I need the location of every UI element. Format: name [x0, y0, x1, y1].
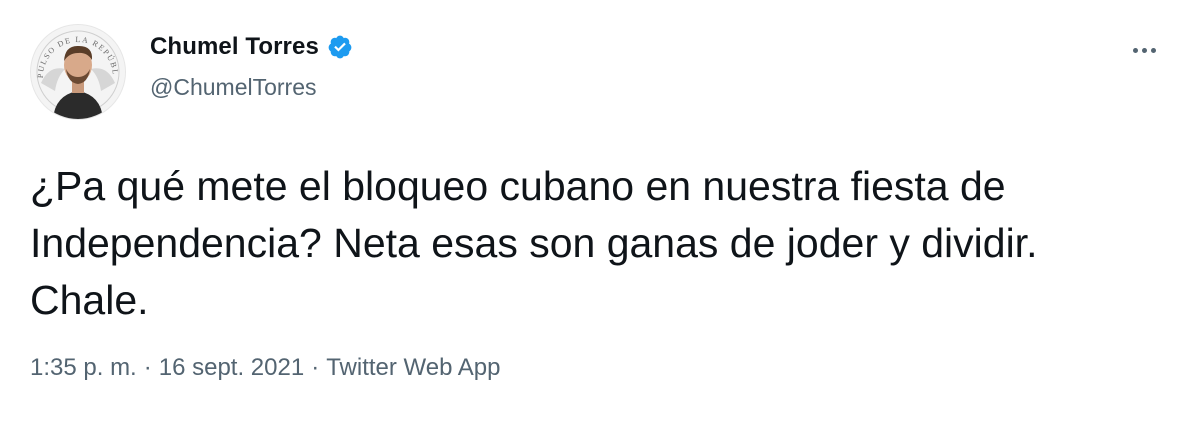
- author-display-name[interactable]: Chumel Torres: [150, 33, 319, 61]
- tweet-metadata: 1:35 p. m. · 16 sept. 2021 · Twitter Web A…: [30, 354, 501, 382]
- more-dot: [1141, 47, 1147, 53]
- meta-separator: ·: [311, 354, 320, 381]
- meta-separator: ·: [143, 354, 152, 381]
- verified-badge-icon: [327, 34, 353, 60]
- tweet-time-link[interactable]: 1:35 p. m. · 16 sept. 2021: [30, 354, 304, 382]
- tweet-text: ¿Pa qué mete el bloqueo cubano en nuestr…: [30, 163, 1038, 323]
- tweet-source-link[interactable]: Twitter Web App: [326, 354, 500, 382]
- avatar[interactable]: EL PULSO DE LA REPÚBLICA: [30, 24, 126, 120]
- author-handle[interactable]: @ChumelTorres: [150, 74, 317, 101]
- author-name-row: Chumel Torres: [150, 33, 353, 61]
- tweet-date: 16 sept. 2021: [158, 354, 305, 381]
- more-dot: [1132, 47, 1138, 53]
- tweet-time: 1:35 p. m.: [30, 354, 137, 381]
- more-dot: [1150, 47, 1156, 53]
- avatar-image: EL PULSO DE LA REPÚBLICA: [31, 25, 125, 119]
- more-horizontal-icon[interactable]: [1124, 36, 1164, 64]
- tweet-card: EL PULSO DE LA REPÚBLICA Chumel Torres: [0, 0, 1195, 424]
